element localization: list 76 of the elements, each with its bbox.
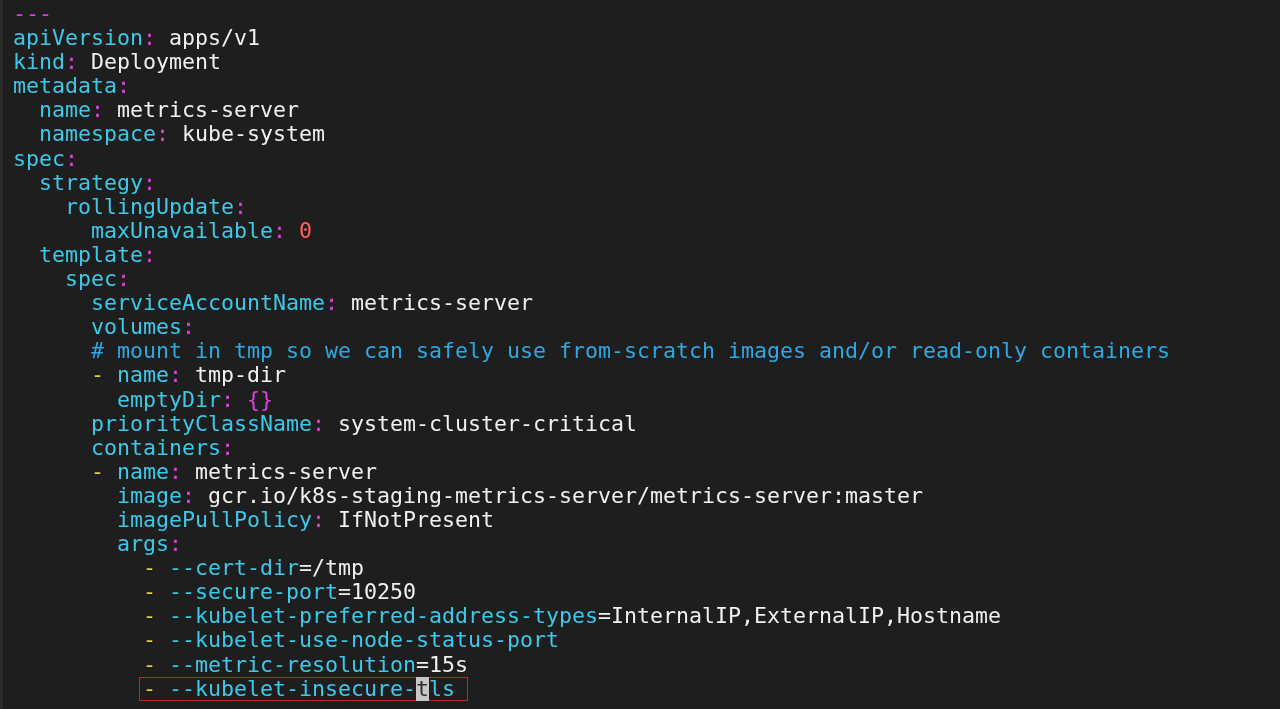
yaml-separator: ---	[13, 2, 52, 27]
argument-value: =10250	[338, 580, 417, 605]
argument-name: --metric-resolution	[169, 652, 417, 677]
colon: :	[221, 387, 235, 412]
argument-name: --kubelet-insecure-	[169, 676, 417, 701]
yaml-value: gcr.io/k8s-staging-metrics-server/metrics-server:master	[208, 483, 924, 508]
yaml-value: metrics-server	[351, 291, 534, 316]
argument-name: --cert-dir	[169, 556, 300, 581]
yaml-comment: # mount in tmp so we can safely use from-scratch images and/or read-only containers	[91, 339, 1171, 364]
list-dash: -	[143, 676, 157, 701]
argument-name: --kubelet-use-node-status-port	[169, 628, 560, 653]
yaml-value: metrics-server	[117, 98, 300, 123]
yaml-key: emptyDir	[117, 387, 222, 412]
list-dash: -	[91, 459, 105, 484]
yaml-key: name	[117, 363, 170, 388]
yaml-key: kind	[13, 50, 65, 75]
list-dash: -	[91, 363, 105, 388]
yaml-key: name	[117, 459, 170, 484]
yaml-key: imagePullPolicy	[117, 507, 313, 533]
colon: :	[65, 50, 79, 75]
list-dash: -	[143, 556, 157, 581]
list-dash: -	[143, 628, 157, 653]
colon: :	[325, 291, 339, 316]
colon: :	[117, 74, 131, 99]
yaml-key: args	[117, 532, 170, 557]
yaml-key: spec	[65, 267, 117, 292]
empty-map: {}	[247, 387, 274, 412]
colon: :	[65, 146, 79, 171]
list-dash: -	[143, 652, 157, 677]
argument-name: --secure-port	[169, 580, 339, 605]
yaml-key: spec	[13, 146, 65, 171]
yaml-number: 0	[299, 218, 313, 243]
colon: :	[169, 532, 183, 557]
yaml-key: name	[39, 98, 91, 123]
colon: :	[234, 194, 248, 219]
list-dash: -	[143, 580, 157, 605]
colon: :	[117, 267, 131, 292]
colon: :	[91, 98, 105, 123]
yaml-value: Deployment	[91, 50, 222, 75]
colon: :	[169, 363, 183, 388]
yaml-key: namespace	[39, 122, 156, 147]
yaml-key: serviceAccountName	[91, 291, 326, 316]
colon: :	[182, 483, 196, 508]
colon: :	[156, 122, 170, 147]
yaml-key: volumes	[91, 315, 183, 340]
text-cursor: t	[416, 676, 430, 701]
yaml-value: tmp-dir	[195, 363, 287, 388]
colon: :	[169, 459, 183, 484]
colon: :	[221, 435, 235, 460]
yaml-key: priorityClassName	[91, 411, 313, 436]
colon: :	[182, 315, 196, 340]
colon: :	[143, 170, 157, 195]
yaml-value: metrics-server	[195, 459, 378, 484]
colon: :	[273, 218, 287, 243]
yaml-key: rollingUpdate	[65, 194, 234, 219]
argument-value: =InternalIP,ExternalIP,Hostname	[598, 604, 1002, 629]
yaml-value: apps/v1	[169, 26, 261, 51]
colon: :	[312, 507, 326, 533]
yaml-key: containers	[91, 435, 222, 460]
argument-name: --kubelet-preferred-address-types	[169, 604, 599, 629]
yaml-value: IfNotPresent	[338, 507, 495, 533]
yaml-value: kube-system	[182, 122, 326, 147]
yaml-key: maxUnavailable	[91, 218, 274, 243]
argument-value: =15s	[416, 652, 469, 677]
colon: :	[312, 411, 326, 436]
argument-value: =/tmp	[299, 556, 365, 581]
argument-name: ls	[429, 676, 456, 701]
yaml-value: system-cluster-critical	[338, 411, 638, 436]
colon: :	[143, 26, 157, 51]
colon: :	[143, 242, 157, 268]
yaml-key: apiVersion	[13, 26, 143, 51]
yaml-key: image	[117, 483, 183, 508]
list-dash: -	[143, 604, 157, 629]
yaml-key: template	[39, 242, 143, 268]
yaml-key: metadata	[13, 74, 117, 99]
yaml-key: strategy	[39, 170, 143, 195]
